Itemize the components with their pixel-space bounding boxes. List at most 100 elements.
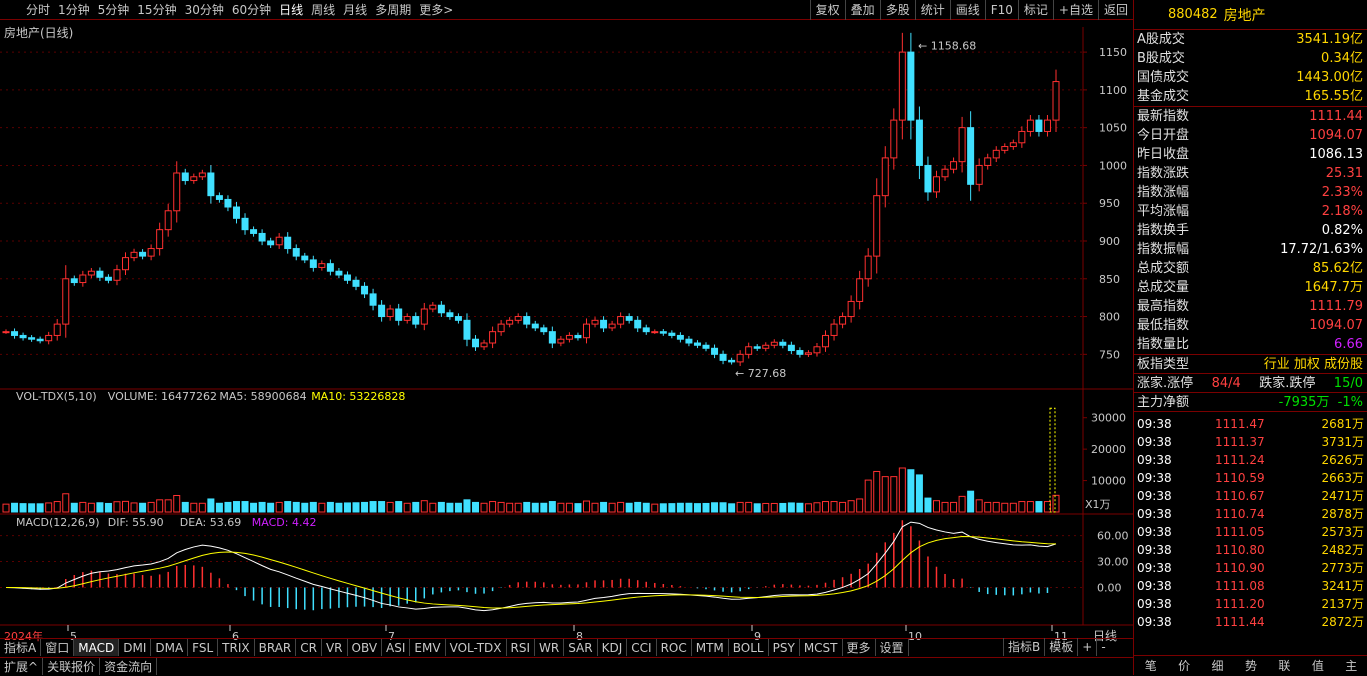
candle-body	[531, 323, 539, 329]
tab-资金流向[interactable]: 资金流向	[100, 658, 158, 675]
period-4[interactable]: 30分钟	[181, 0, 228, 20]
candle-body	[301, 255, 309, 261]
kline-chart[interactable]: 1150 1100 1050 1000 950 900 850 800 750 ← 1158.68…	[0, 20, 1133, 652]
tab-VOL-TDX[interactable]: VOL-TDX	[446, 639, 507, 656]
toolbar-btn-1[interactable]: 叠加	[844, 0, 880, 20]
period-5[interactable]: 60分钟	[228, 0, 275, 20]
tab-模板[interactable]: 模板	[1044, 638, 1077, 656]
tab-BOLL[interactable]: BOLL	[729, 639, 769, 656]
tab-PSY[interactable]: PSY	[769, 639, 800, 656]
tab-+[interactable]: +	[1077, 638, 1096, 656]
tab-更多[interactable]: 更多	[843, 639, 876, 656]
stat-label: 指数振幅	[1137, 242, 1190, 257]
stat-row: 指数涨跌 25.31	[1134, 164, 1367, 183]
tab-关联报价[interactable]: 关联报价	[43, 658, 101, 675]
period-7[interactable]: 周线	[307, 0, 339, 20]
candle-body	[565, 334, 573, 340]
vol-bar	[11, 502, 19, 513]
candle-body	[454, 316, 462, 321]
stat-label: 今日开盘	[1137, 128, 1190, 143]
vol-bar	[796, 502, 804, 513]
vol-bar	[309, 501, 317, 513]
vol-bar	[932, 500, 940, 513]
tab-ROC[interactable]: ROC	[657, 639, 692, 656]
tick-t: 09:38	[1137, 597, 1172, 611]
toolbar-btn-0[interactable]: 复权	[809, 0, 845, 20]
toolbar-btn-8[interactable]: 返回	[1097, 0, 1133, 20]
footer-tab-3[interactable]: 势	[1234, 656, 1267, 675]
tab-BRAR[interactable]: BRAR	[255, 639, 297, 656]
toolbar-btn-3[interactable]: 统计	[914, 0, 950, 20]
tab-ASI[interactable]: ASI	[382, 639, 411, 656]
period-6[interactable]: 日线	[275, 0, 307, 20]
tick-row: 09:38 1111.08 3241万	[1134, 577, 1367, 595]
tick-row: 09:38 1111.20 2137万	[1134, 595, 1367, 613]
tab-TRIX[interactable]: TRIX	[218, 639, 255, 656]
tick-v: 2471万	[1321, 489, 1364, 503]
stat-row: 今日开盘 1094.07	[1134, 126, 1367, 145]
tab-指标B[interactable]: 指标B	[1003, 638, 1044, 656]
tick-v: 2681万	[1321, 417, 1364, 431]
period-3[interactable]: 15分钟	[133, 0, 180, 20]
candle-body	[207, 172, 215, 197]
price-axis-label: 800	[1099, 311, 1120, 324]
quote-panel: 880482 房地产 A股成交 3541.19亿 B股成交 0.34亿 国债成交 1443…	[1133, 0, 1367, 675]
footer-tab-1[interactable]: 价	[1167, 656, 1200, 675]
tab-SAR[interactable]: SAR	[564, 639, 598, 656]
tab-扩展^[interactable]: 扩展^	[0, 658, 44, 675]
toolbar-btn-2[interactable]: 多股	[879, 0, 915, 20]
tick-p: 1110.80	[1215, 543, 1265, 557]
vol-bar	[1018, 501, 1026, 513]
footer-tab-0[interactable]: 笔	[1134, 656, 1167, 675]
tab-MTM[interactable]: MTM	[692, 639, 729, 656]
footer-tab-6[interactable]: 主	[1335, 656, 1367, 675]
toolbar-btn-5[interactable]: F10	[984, 0, 1018, 20]
tick-row: 09:38 1111.24 2626万	[1134, 451, 1367, 469]
period-1[interactable]: 1分钟	[54, 0, 94, 20]
candle-body	[1009, 142, 1017, 148]
vol-bar	[907, 469, 915, 513]
tab-OBV[interactable]: OBV	[348, 639, 383, 656]
footer-tab-4[interactable]: 联	[1268, 656, 1301, 675]
tab--[interactable]: -	[1096, 638, 1109, 656]
tick-t: 09:38	[1137, 453, 1172, 467]
stat-row: 指数换手 0.82%	[1134, 221, 1367, 240]
tab-设置[interactable]: 设置	[876, 639, 909, 656]
period-10[interactable]: 更多>	[415, 0, 457, 20]
stat-value: 2.18%	[1321, 204, 1363, 219]
toolbar-btn-6[interactable]: 标记	[1017, 0, 1053, 20]
tab-RSI[interactable]: RSI	[507, 639, 536, 656]
footer-tab-5[interactable]: 值	[1301, 656, 1334, 675]
period-0[interactable]: 分时	[0, 0, 54, 20]
tick-row: 09:38 1110.90 2773万	[1134, 559, 1367, 577]
vol-bar	[822, 501, 830, 513]
tab-EMV[interactable]: EMV	[410, 639, 446, 656]
period-8[interactable]: 月线	[339, 0, 371, 20]
tab-KDJ[interactable]: KDJ	[598, 639, 628, 656]
period-2[interactable]: 5分钟	[94, 0, 134, 20]
footer-tab-2[interactable]: 细	[1201, 656, 1234, 675]
tab-CCI[interactable]: CCI	[627, 639, 657, 656]
vol-bar	[548, 501, 556, 513]
tab-DMI[interactable]: DMI	[119, 639, 152, 656]
period-9[interactable]: 多周期	[371, 0, 415, 20]
tab-MACD[interactable]: MACD	[74, 639, 120, 656]
candle-body	[753, 346, 761, 349]
tab-窗口[interactable]: 窗口	[41, 639, 75, 656]
board-type-row: 板指类型 行业 加权 成份股	[1134, 354, 1367, 373]
toolbar-btn-7[interactable]: +自选	[1052, 0, 1098, 20]
candle-body	[96, 270, 104, 278]
tick-p: 1110.90	[1215, 561, 1265, 575]
toolbar-btn-4[interactable]: 画线	[949, 0, 985, 20]
vol-bar	[992, 501, 1000, 513]
tab-CR[interactable]: CR	[296, 639, 322, 656]
vol-bar	[804, 503, 812, 513]
tab-MCST[interactable]: MCST	[800, 639, 843, 656]
tab-WR[interactable]: WR	[535, 639, 565, 656]
tab-FSL[interactable]: FSL	[188, 639, 219, 656]
candle-body	[198, 172, 206, 178]
tab-DMA[interactable]: DMA	[151, 639, 189, 656]
tab-VR[interactable]: VR	[322, 639, 348, 656]
candle-body	[523, 316, 531, 325]
tab-指标A[interactable]: 指标A	[0, 639, 42, 656]
